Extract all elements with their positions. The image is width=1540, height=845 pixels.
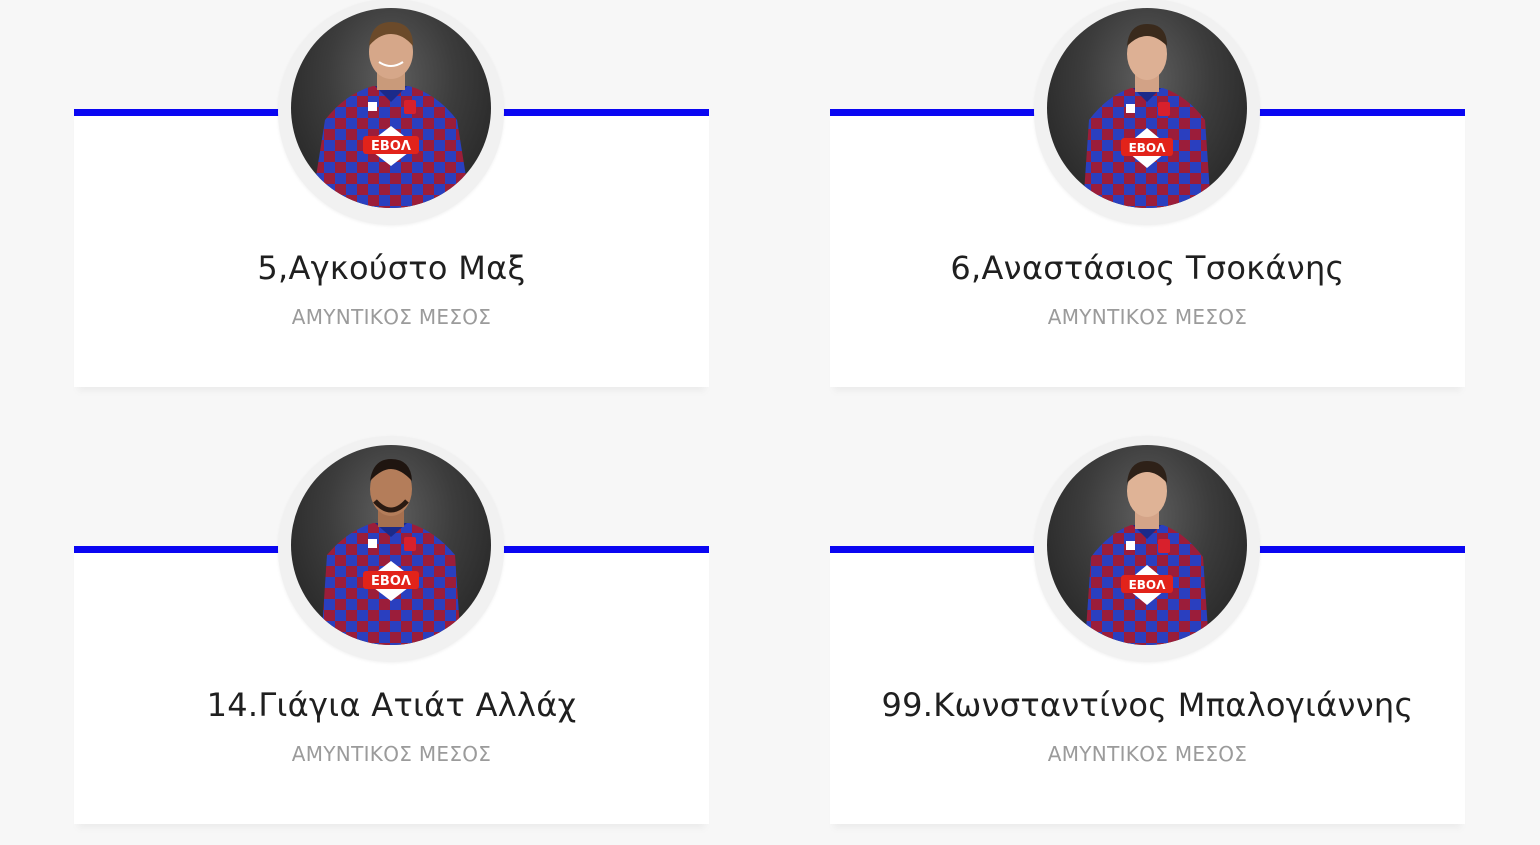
player-position: ΑΜΥΝΤΙΚΟΣ ΜΕΣΟΣ [1047, 305, 1248, 329]
player-card[interactable]: ΕΒΟΛ 99.Κωνσταντίνος Μπαλογιάννης ΑΜΥΝΤΙ… [830, 436, 1465, 824]
player-photo-image: ΕΒΟΛ [1085, 461, 1209, 645]
player-position: ΑΜΥΝΤΙΚΟΣ ΜΕΣΟΣ [291, 742, 492, 766]
player-photo[interactable]: ΕΒΟΛ [1047, 445, 1247, 645]
sponsor-logo-text: ΕΒΟΛ [371, 574, 411, 589]
sponsor-logo-text: ΕΒΟΛ [371, 139, 411, 154]
player-name: 6,Αναστάσιος Τσοκάνης [950, 249, 1345, 287]
player-card[interactable]: ΕΒΟΛ 14.Γιάγια Ατιάτ Αλλάχ ΑΜΥΝΤΙΚΟΣ ΜΕΣ… [74, 436, 709, 824]
player-position: ΑΜΥΝΤΙΚΟΣ ΜΕΣΟΣ [291, 305, 492, 329]
sponsor-logo-text: ΕΒΟΛ [1129, 578, 1167, 592]
sponsor-logo-text: ΕΒΟΛ [1129, 141, 1167, 155]
avatar-ring: ΕΒΟΛ [1034, 436, 1260, 662]
player-photo-image: ΕΒΟΛ [1083, 24, 1211, 208]
player-photo-image: ΕΒΟΛ [321, 459, 461, 645]
player-card[interactable]: ΕΒΟΛ 5,Αγκούστο Μαξ ΑΜΥΝΤΙΚΟΣ ΜΕΣΟΣ [74, 0, 709, 387]
player-name: 14.Γιάγια Ατιάτ Αλλάχ [206, 686, 577, 724]
player-name: 99.Κωνσταντίνος Μπαλογιάννης [881, 686, 1414, 724]
player-position: ΑΜΥΝΤΙΚΟΣ ΜΕΣΟΣ [1047, 742, 1248, 766]
player-card[interactable]: ΕΒΟΛ 6,Αναστάσιος Τσοκάνης ΑΜΥΝΤΙΚΟΣ ΜΕΣ… [830, 0, 1465, 387]
player-photo[interactable]: ΕΒΟΛ [291, 8, 491, 208]
player-photo[interactable]: ΕΒΟΛ [291, 445, 491, 645]
avatar-ring: ΕΒΟΛ [278, 436, 504, 662]
player-name: 5,Αγκούστο Μαξ [257, 249, 526, 287]
player-photo[interactable]: ΕΒΟΛ [1047, 8, 1247, 208]
player-photo-image: ΕΒΟΛ [311, 22, 471, 208]
avatar-ring: ΕΒΟΛ [278, 0, 504, 225]
avatar-ring: ΕΒΟΛ [1034, 0, 1260, 225]
